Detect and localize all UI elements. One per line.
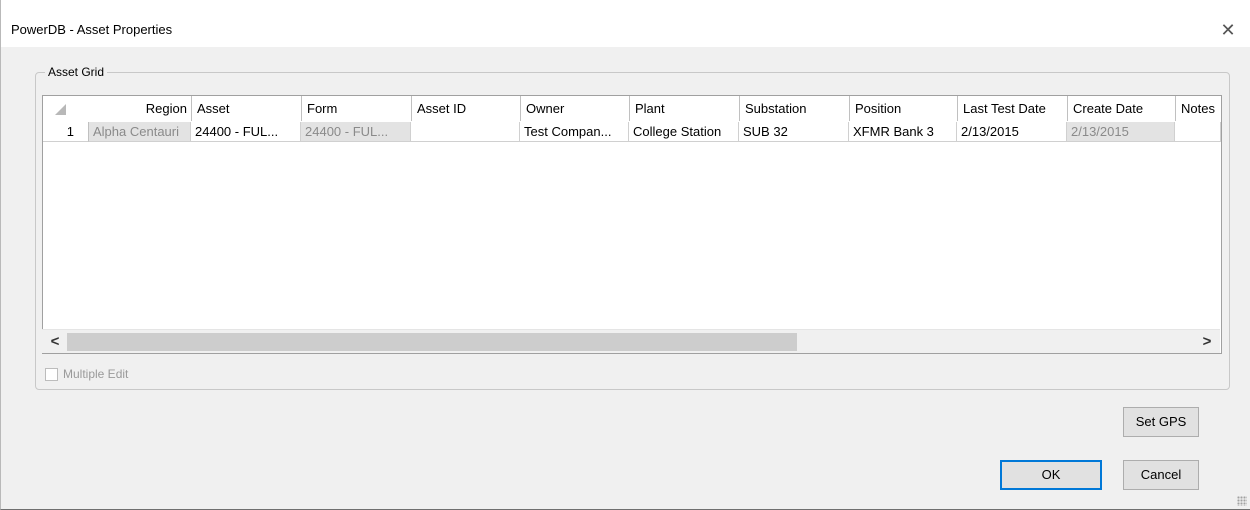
cell-position[interactable]: XFMR Bank 3: [849, 122, 957, 142]
close-icon[interactable]: ✕: [1212, 16, 1244, 44]
cell-asset[interactable]: 24400 - FUL...: [191, 122, 301, 142]
set-gps-button[interactable]: Set GPS: [1123, 407, 1199, 437]
select-all-corner[interactable]: [43, 96, 89, 121]
cell-create-date[interactable]: 2/13/2015: [1067, 122, 1175, 142]
cell-notes[interactable]: [1175, 122, 1221, 142]
column-header-owner[interactable]: Owner: [520, 96, 629, 121]
asset-grid: Region Asset Form Asset ID Owner Plant S…: [42, 95, 1222, 354]
multiple-edit-checkbox[interactable]: [45, 368, 58, 381]
column-header-position[interactable]: Position: [849, 96, 957, 121]
column-header-create-date[interactable]: Create Date: [1067, 96, 1175, 121]
cell-region[interactable]: Alpha Centauri: [89, 122, 191, 142]
scrollbar-thumb[interactable]: [67, 333, 797, 351]
cell-asset-id[interactable]: [411, 122, 520, 142]
cell-owner[interactable]: Test Compan...: [520, 122, 629, 142]
cell-last-test-date[interactable]: 2/13/2015: [957, 122, 1067, 142]
horizontal-scrollbar[interactable]: < >: [42, 329, 1220, 353]
window-title: PowerDB - Asset Properties: [11, 22, 173, 37]
corner-triangle-icon: [55, 104, 66, 115]
column-header-plant[interactable]: Plant: [629, 96, 739, 121]
ok-button[interactable]: OK: [1000, 460, 1102, 490]
column-header-notes[interactable]: Notes: [1175, 96, 1221, 121]
column-header-substation[interactable]: Substation: [739, 96, 849, 121]
column-header-form[interactable]: Form: [301, 96, 411, 121]
column-header-region[interactable]: Region: [89, 96, 191, 121]
cancel-button[interactable]: Cancel: [1123, 460, 1199, 490]
multiple-edit-label: Multiple Edit: [63, 367, 129, 381]
title-bar: PowerDB - Asset Properties ✕: [1, 0, 1250, 47]
column-header-last-test-date[interactable]: Last Test Date: [957, 96, 1067, 121]
resize-grip-icon[interactable]: [1237, 496, 1247, 506]
cell-form[interactable]: 24400 - FUL...: [301, 122, 411, 142]
scroll-left-icon[interactable]: <: [45, 330, 65, 353]
cell-substation[interactable]: SUB 32: [739, 122, 849, 142]
cell-plant[interactable]: College Station: [629, 122, 739, 142]
row-number-cell[interactable]: 1: [43, 122, 89, 142]
column-header-asset[interactable]: Asset: [191, 96, 301, 121]
scroll-right-icon[interactable]: >: [1197, 330, 1217, 353]
asset-properties-dialog: PowerDB - Asset Properties ✕ Asset Grid …: [0, 0, 1250, 510]
asset-grid-group-label: Asset Grid: [45, 65, 108, 79]
column-header-asset-id[interactable]: Asset ID: [411, 96, 520, 121]
